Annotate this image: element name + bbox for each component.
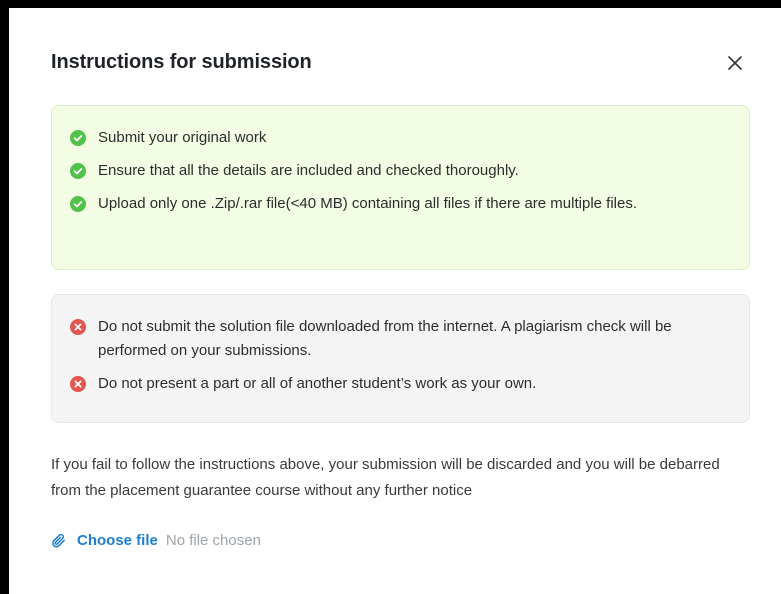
x-circle-icon: [70, 319, 86, 335]
modal-title: Instructions for submission: [51, 51, 312, 73]
check-circle-icon: [70, 130, 86, 146]
dos-list: Submit your original work Ensure that al…: [70, 127, 729, 216]
list-item-text: Do not submit the solution file download…: [98, 318, 672, 359]
list-item: Ensure that all the details are included…: [70, 160, 729, 183]
check-circle-icon: [70, 196, 86, 212]
paperclip-icon: [52, 533, 65, 547]
file-status: No file chosen: [165, 532, 261, 549]
list-item-text: Do not present a part or all of another …: [98, 375, 537, 392]
donts-panel: Do not submit the solution file download…: [51, 294, 750, 423]
donts-list: Do not submit the solution file download…: [70, 316, 729, 396]
file-upload: Choose file No file chosen: [51, 532, 261, 549]
check-circle-icon: [70, 163, 86, 179]
x-circle-icon: [70, 376, 86, 392]
list-item: Do not submit the solution file download…: [70, 316, 729, 363]
dos-panel: Submit your original work Ensure that al…: [51, 105, 750, 270]
list-item: Upload only one .Zip/.rar file(<40 MB) c…: [70, 193, 729, 216]
list-item-text: Ensure that all the details are included…: [98, 162, 519, 179]
list-item: Do not present a part or all of another …: [70, 373, 729, 396]
choose-file-button[interactable]: Choose file: [77, 532, 158, 549]
list-item-text: Submit your original work: [98, 129, 267, 146]
close-button[interactable]: [724, 52, 746, 74]
list-item-text: Upload only one .Zip/.rar file(<40 MB) c…: [98, 195, 638, 212]
close-icon: [728, 56, 742, 70]
submission-instructions-modal: Instructions for submission Submit your …: [9, 8, 781, 594]
warning-text: If you fail to follow the instructions a…: [51, 456, 720, 499]
list-item: Submit your original work: [70, 127, 729, 150]
